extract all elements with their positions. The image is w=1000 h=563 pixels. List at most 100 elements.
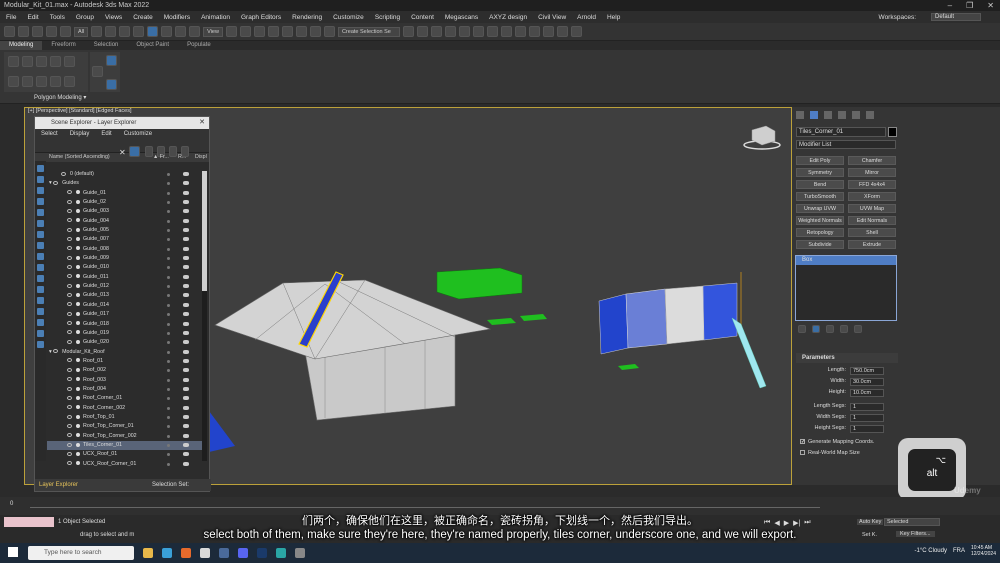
renderable-toggle-icon[interactable] [183,256,189,261]
freeze-toggle-icon[interactable] [167,434,170,438]
toggle-scene-explorer-icon[interactable] [430,26,442,37]
modifier-button[interactable]: Chamfer [848,156,896,165]
freeze-toggle-icon[interactable] [167,369,170,373]
close-icon[interactable]: ✕ [199,118,205,126]
layer-tree-row[interactable]: Guide_02 [47,198,202,207]
freeze-toggle-icon[interactable] [167,453,170,457]
firefox-icon[interactable] [181,548,191,558]
renderable-toggle-icon[interactable] [183,209,189,214]
visibility-eye-icon[interactable] [67,237,72,241]
layer-tree-row[interactable]: Guide_004 [47,217,202,226]
viewcube-icon[interactable] [743,125,781,150]
visibility-eye-icon[interactable] [67,199,72,204]
layer-tree-row[interactable]: Guide_019 [47,329,202,338]
freeze-toggle-icon[interactable] [167,229,170,233]
visibility-eye-icon[interactable] [67,321,72,326]
element-icon[interactable] [64,56,75,67]
minimize-button[interactable]: – [948,0,952,11]
layer-tree-row[interactable]: Guide_010 [47,263,202,272]
show-end-result-icon[interactable] [36,76,47,87]
layer-tree-row[interactable]: Tiles_Corner_01 [47,440,202,451]
se-menu-select[interactable]: Select [41,129,58,139]
layer-tree-row[interactable]: UCX_Roof_Corner_01 [47,460,202,469]
reference-coordinate-dropdown[interactable]: View [203,26,223,37]
select-object-icon[interactable] [91,26,103,37]
se-menu-customize[interactable]: Customize [124,129,152,139]
tab-freeform[interactable]: Freeform [42,41,84,50]
display-all-icon[interactable] [37,165,44,172]
language-indicator[interactable]: FRA [953,548,965,554]
select-manipulate-icon[interactable] [239,26,251,37]
freeze-toggle-icon[interactable] [167,266,170,270]
freeze-toggle-icon[interactable] [167,313,170,317]
display-lights-icon[interactable] [37,198,44,205]
rendered-frame-window-icon[interactable] [528,26,540,37]
layer-tree-row[interactable]: Guide_018 [47,320,202,329]
close-button[interactable]: ✕ [987,0,994,11]
link-icon[interactable] [32,26,43,37]
visibility-eye-icon[interactable] [67,461,72,466]
weather-widget[interactable]: -1°C Cloudy [915,548,947,554]
tab-modeling[interactable]: Modeling [0,41,43,50]
tab-object-paint[interactable]: Object Paint [127,41,178,50]
mirror-icon[interactable] [402,26,414,37]
percent-snap-icon[interactable] [295,26,307,37]
display-xrefs-icon[interactable] [37,253,44,260]
visibility-eye-icon[interactable] [67,274,72,279]
select-all-icon[interactable] [37,308,44,315]
visibility-eye-icon[interactable] [67,367,72,372]
select-none-icon[interactable] [37,319,44,326]
border-icon[interactable] [36,56,47,67]
renderable-toggle-icon[interactable] [183,284,189,289]
invert-selection-icon[interactable] [37,330,44,337]
freeze-toggle-icon[interactable] [167,303,170,307]
visibility-eye-icon[interactable] [67,423,72,428]
menu-content[interactable]: Content [411,14,434,21]
freeze-toggle-icon[interactable] [167,257,170,261]
render-setup-icon[interactable] [514,26,526,37]
visibility-eye-icon[interactable] [67,339,72,344]
menu-arnold[interactable]: Arnold [577,14,596,21]
visibility-eye-icon[interactable] [67,358,72,363]
preserve-uvs-icon[interactable] [22,76,33,87]
toggle-ribbon-icon[interactable] [458,26,470,37]
discord-icon[interactable] [238,548,248,558]
freeze-toggle-icon[interactable] [167,275,170,279]
display-tab-icon[interactable] [852,111,860,119]
parameter-spinner[interactable]: 1 [850,403,884,411]
visibility-eye-icon[interactable] [67,330,72,335]
layer-tree-row[interactable]: Roof_003 [47,376,202,385]
freeze-toggle-icon[interactable] [167,219,170,223]
align-icon[interactable] [416,26,428,37]
ribbon-arrow-icon[interactable] [92,66,103,77]
layer-tree-row[interactable]: Roof_Top_Corner_002 [47,432,202,441]
a360-gallery-icon[interactable] [570,26,582,37]
modifier-button[interactable]: Symmetry [796,168,844,177]
scene-explorer-scrollbar[interactable] [202,171,207,461]
renderable-toggle-icon[interactable] [183,218,189,223]
visibility-eye-icon[interactable] [67,377,72,382]
visibility-eye-icon[interactable] [67,386,72,391]
mail-icon[interactable] [219,548,229,558]
visibility-eye-icon[interactable] [67,190,72,195]
renderable-toggle-icon[interactable] [183,172,189,176]
modifier-button[interactable]: TurboSmooth [796,192,844,201]
menu-customize[interactable]: Customize [333,14,364,21]
edge-icon[interactable] [22,56,33,67]
modifier-button[interactable]: Extrude [848,240,896,249]
visibility-eye-icon[interactable] [61,171,66,176]
modifier-button[interactable]: UVW Map [848,204,896,213]
show-end-result-toggle-icon[interactable] [812,325,820,333]
tab-populate[interactable]: Populate [178,41,220,50]
checkbox-unchecked-icon[interactable] [800,450,805,456]
modifier-button[interactable]: Subdivide [796,240,844,249]
edge-icon[interactable] [162,548,172,558]
renderable-toggle-icon[interactable] [183,302,189,307]
renderable-toggle-icon[interactable] [183,405,189,410]
visibility-eye-icon[interactable] [67,265,72,270]
menu-tools[interactable]: Tools [50,14,65,21]
clock[interactable]: 10:45 AM 12/24/2024 [971,545,996,557]
freeze-toggle-icon[interactable] [167,247,170,251]
notepad-icon[interactable] [295,548,305,558]
ribbon-pin-icon[interactable] [106,55,117,66]
